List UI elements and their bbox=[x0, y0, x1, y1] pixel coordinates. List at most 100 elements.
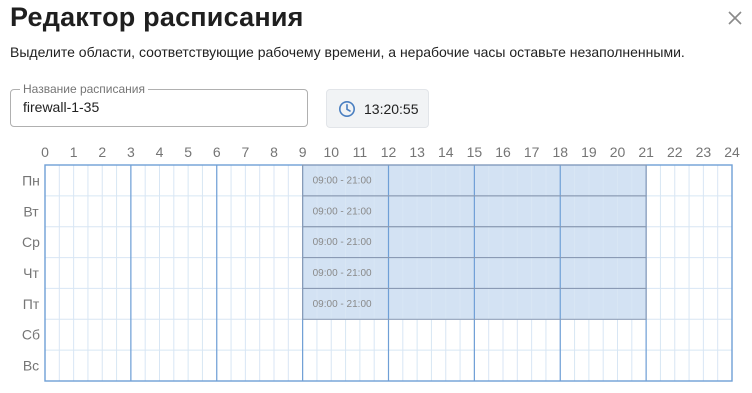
schedule-cell[interactable] bbox=[160, 165, 174, 196]
schedule-cell[interactable] bbox=[417, 319, 431, 350]
schedule-cell[interactable] bbox=[589, 350, 603, 381]
schedule-cell[interactable] bbox=[575, 319, 589, 350]
schedule-cell[interactable] bbox=[703, 227, 717, 258]
schedule-cell[interactable] bbox=[202, 288, 216, 319]
schedule-cell[interactable] bbox=[174, 350, 188, 381]
schedule-cell[interactable] bbox=[74, 196, 88, 227]
schedule-cell[interactable] bbox=[675, 165, 689, 196]
schedule-cell[interactable] bbox=[560, 350, 574, 381]
schedule-cell[interactable] bbox=[59, 165, 73, 196]
schedule-cell[interactable] bbox=[646, 288, 660, 319]
schedule-cell[interactable] bbox=[660, 319, 674, 350]
schedule-cell[interactable] bbox=[131, 165, 145, 196]
schedule-cell[interactable] bbox=[317, 350, 331, 381]
schedule-cell[interactable] bbox=[217, 227, 231, 258]
schedule-cell[interactable] bbox=[88, 196, 102, 227]
schedule-cell[interactable] bbox=[260, 319, 274, 350]
schedule-cell[interactable] bbox=[217, 196, 231, 227]
schedule-cell[interactable] bbox=[431, 319, 445, 350]
schedule-cell[interactable] bbox=[303, 319, 317, 350]
schedule-cell[interactable] bbox=[74, 165, 88, 196]
schedule-cell[interactable] bbox=[174, 258, 188, 289]
schedule-cell[interactable] bbox=[646, 319, 660, 350]
schedule-cell[interactable] bbox=[202, 165, 216, 196]
schedule-cell[interactable] bbox=[145, 258, 159, 289]
schedule-cell[interactable] bbox=[288, 350, 302, 381]
schedule-cell[interactable] bbox=[145, 165, 159, 196]
schedule-cell[interactable] bbox=[675, 227, 689, 258]
schedule-cell[interactable] bbox=[74, 319, 88, 350]
schedule-cell[interactable] bbox=[131, 319, 145, 350]
schedule-cell[interactable] bbox=[102, 350, 116, 381]
schedule-cell[interactable] bbox=[202, 258, 216, 289]
schedule-cell[interactable] bbox=[45, 227, 59, 258]
schedule-cell[interactable] bbox=[274, 288, 288, 319]
schedule-cell[interactable] bbox=[245, 165, 259, 196]
schedule-cell[interactable] bbox=[646, 227, 660, 258]
schedule-cell[interactable] bbox=[489, 319, 503, 350]
schedule-cell[interactable] bbox=[245, 258, 259, 289]
schedule-cell[interactable] bbox=[260, 258, 274, 289]
schedule-cell[interactable] bbox=[45, 196, 59, 227]
schedule-cell[interactable] bbox=[646, 258, 660, 289]
schedule-cell[interactable] bbox=[145, 227, 159, 258]
schedule-cell[interactable] bbox=[703, 258, 717, 289]
schedule-cell[interactable] bbox=[288, 258, 302, 289]
schedule-cell[interactable] bbox=[245, 196, 259, 227]
schedule-cell[interactable] bbox=[160, 319, 174, 350]
schedule-cell[interactable] bbox=[145, 350, 159, 381]
schedule-cell[interactable] bbox=[646, 350, 660, 381]
schedule-cell[interactable] bbox=[331, 350, 345, 381]
schedule-cell[interactable] bbox=[689, 258, 703, 289]
schedule-cell[interactable] bbox=[675, 258, 689, 289]
schedule-cell[interactable] bbox=[660, 258, 674, 289]
schedule-cell[interactable] bbox=[274, 258, 288, 289]
schedule-cell[interactable] bbox=[188, 196, 202, 227]
schedule-cell[interactable] bbox=[288, 196, 302, 227]
schedule-cell[interactable] bbox=[217, 165, 231, 196]
schedule-cell[interactable] bbox=[660, 165, 674, 196]
schedule-cell[interactable] bbox=[460, 350, 474, 381]
schedule-cell[interactable] bbox=[174, 288, 188, 319]
schedule-cell[interactable] bbox=[718, 165, 732, 196]
schedule-cell[interactable] bbox=[88, 319, 102, 350]
schedule-cell[interactable] bbox=[532, 350, 546, 381]
schedule-cell[interactable] bbox=[517, 319, 531, 350]
schedule-cell[interactable] bbox=[217, 288, 231, 319]
schedule-cell[interactable] bbox=[360, 319, 374, 350]
schedule-cell[interactable] bbox=[288, 288, 302, 319]
schedule-cell[interactable] bbox=[102, 165, 116, 196]
schedule-cell[interactable] bbox=[88, 288, 102, 319]
schedule-cell[interactable] bbox=[202, 227, 216, 258]
schedule-cell[interactable] bbox=[59, 288, 73, 319]
schedule-cell[interactable] bbox=[274, 350, 288, 381]
schedule-cell[interactable] bbox=[288, 227, 302, 258]
schedule-cell[interactable] bbox=[689, 227, 703, 258]
schedule-cell[interactable] bbox=[703, 288, 717, 319]
schedule-cell[interactable] bbox=[145, 319, 159, 350]
schedule-cell[interactable] bbox=[274, 196, 288, 227]
schedule-cell[interactable] bbox=[446, 350, 460, 381]
schedule-cell[interactable] bbox=[160, 227, 174, 258]
schedule-cell[interactable] bbox=[374, 319, 388, 350]
schedule-cell[interactable] bbox=[360, 350, 374, 381]
schedule-cell[interactable] bbox=[618, 350, 632, 381]
schedule-cell[interactable] bbox=[202, 319, 216, 350]
schedule-cell[interactable] bbox=[202, 196, 216, 227]
schedule-cell[interactable] bbox=[174, 196, 188, 227]
schedule-cell[interactable] bbox=[45, 319, 59, 350]
schedule-cell[interactable] bbox=[188, 258, 202, 289]
schedule-cell[interactable] bbox=[546, 319, 560, 350]
schedule-cell[interactable] bbox=[389, 350, 403, 381]
schedule-cell[interactable] bbox=[117, 165, 131, 196]
schedule-cell[interactable] bbox=[59, 227, 73, 258]
schedule-cell[interactable] bbox=[331, 319, 345, 350]
schedule-cell[interactable] bbox=[689, 319, 703, 350]
schedule-cell[interactable] bbox=[317, 319, 331, 350]
schedule-cell[interactable] bbox=[217, 350, 231, 381]
schedule-cell[interactable] bbox=[88, 227, 102, 258]
schedule-cell[interactable] bbox=[74, 258, 88, 289]
schedule-cell[interactable] bbox=[474, 350, 488, 381]
schedule-cell[interactable] bbox=[231, 350, 245, 381]
schedule-cell[interactable] bbox=[431, 350, 445, 381]
